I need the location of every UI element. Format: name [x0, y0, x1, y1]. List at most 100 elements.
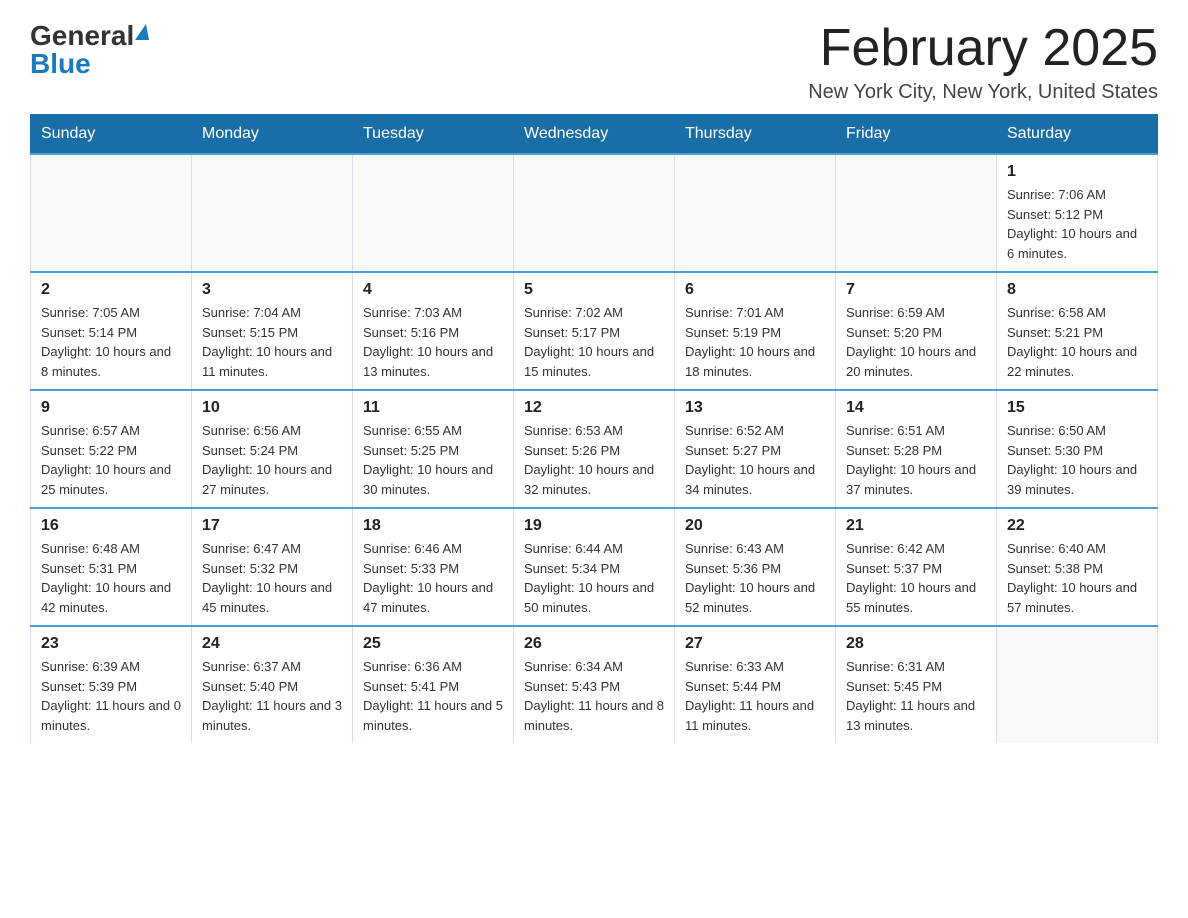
calendar-cell: 16Sunrise: 6:48 AMSunset: 5:31 PMDayligh…: [31, 508, 192, 626]
calendar-cell: 18 Sunrise: 6:46 AMSunset: 5:33 PMDayligh…: [353, 508, 514, 626]
weekday-header-saturday: Saturday: [997, 115, 1158, 155]
day-number: 28: [846, 635, 986, 653]
weekday-row: SundayMondayTuesdayWednesdayThursdayFrid…: [31, 115, 1158, 155]
day-number: 9: [41, 399, 181, 417]
calendar-cell: 3 Sunrise: 7:04 AMSunset: 5:15 PMDaylight…: [192, 272, 353, 390]
day-number: 20: [685, 517, 825, 535]
calendar-cell: 28 Sunrise: 6:31 AMSunset: 5:45 PMDayligh…: [836, 626, 997, 743]
day-number: 14: [846, 399, 986, 417]
calendar-cell: 21 Sunrise: 6:42 AMSunset: 5:37 PMDayligh…: [836, 508, 997, 626]
calendar-cell: 19Sunrise: 6:44 AMSunset: 5:34 PMDayligh…: [514, 508, 675, 626]
title-section: February 2025 New York City, New York, U…: [808, 20, 1158, 104]
day-sun-info: Sunrise: 6:39 AMSunset: 5:39 PMDaylight:…: [41, 657, 181, 735]
calendar-cell: 26 Sunrise: 6:34 AMSunset: 5:43 PMDayligh…: [514, 626, 675, 743]
day-number: 4: [363, 281, 503, 299]
day-number: 18: [363, 517, 503, 535]
calendar-week-5: 23 Sunrise: 6:39 AMSunset: 5:39 PMDayligh…: [31, 626, 1158, 743]
calendar-cell: 5 Sunrise: 7:02 AMSunset: 5:17 PMDaylight…: [514, 272, 675, 390]
day-sun-info: Sunrise: 6:34 AMSunset: 5:43 PMDaylight:…: [524, 657, 664, 735]
day-sun-info: Sunrise: 6:48 AMSunset: 5:31 PMDaylight:…: [41, 539, 181, 617]
day-number: 5: [524, 281, 664, 299]
day-number: 27: [685, 635, 825, 653]
calendar-week-2: 2 Sunrise: 7:05 AMSunset: 5:14 PMDaylight…: [31, 272, 1158, 390]
day-sun-info: Sunrise: 6:43 AMSunset: 5:36 PMDaylight:…: [685, 539, 825, 617]
day-sun-info: Sunrise: 7:02 AMSunset: 5:17 PMDaylight:…: [524, 303, 664, 381]
day-number: 26: [524, 635, 664, 653]
weekday-header-thursday: Thursday: [675, 115, 836, 155]
day-number: 22: [1007, 517, 1147, 535]
day-sun-info: Sunrise: 6:31 AMSunset: 5:45 PMDaylight:…: [846, 657, 986, 735]
day-sun-info: Sunrise: 7:06 AMSunset: 5:12 PMDaylight:…: [1007, 185, 1147, 263]
logo-blue-text: Blue: [30, 48, 91, 80]
day-number: 2: [41, 281, 181, 299]
calendar-cell: 1 Sunrise: 7:06 AMSunset: 5:12 PMDaylight…: [997, 154, 1158, 272]
calendar-cell: 24 Sunrise: 6:37 AMSunset: 5:40 PMDayligh…: [192, 626, 353, 743]
day-number: 3: [202, 281, 342, 299]
day-number: 21: [846, 517, 986, 535]
day-number: 19: [524, 517, 664, 535]
calendar-week-1: 1 Sunrise: 7:06 AMSunset: 5:12 PMDaylight…: [31, 154, 1158, 272]
day-number: 15: [1007, 399, 1147, 417]
calendar-body: 1 Sunrise: 7:06 AMSunset: 5:12 PMDaylight…: [31, 154, 1158, 743]
calendar-cell: 14 Sunrise: 6:51 AMSunset: 5:28 PMDayligh…: [836, 390, 997, 508]
calendar-cell: 20 Sunrise: 6:43 AMSunset: 5:36 PMDayligh…: [675, 508, 836, 626]
day-number: 8: [1007, 281, 1147, 299]
day-number: 25: [363, 635, 503, 653]
calendar-week-3: 9 Sunrise: 6:57 AMSunset: 5:22 PMDaylight…: [31, 390, 1158, 508]
calendar-cell: 4 Sunrise: 7:03 AMSunset: 5:16 PMDaylight…: [353, 272, 514, 390]
day-number: 23: [41, 635, 181, 653]
calendar-cell: 8 Sunrise: 6:58 AMSunset: 5:21 PMDaylight…: [997, 272, 1158, 390]
calendar-cell: 6 Sunrise: 7:01 AMSunset: 5:19 PMDaylight…: [675, 272, 836, 390]
day-sun-info: Sunrise: 6:46 AMSunset: 5:33 PMDaylight:…: [363, 539, 503, 617]
calendar-week-4: 16Sunrise: 6:48 AMSunset: 5:31 PMDayligh…: [31, 508, 1158, 626]
day-sun-info: Sunrise: 6:47 AMSunset: 5:32 PMDaylight:…: [202, 539, 342, 617]
day-sun-info: Sunrise: 6:51 AMSunset: 5:28 PMDaylight:…: [846, 421, 986, 499]
calendar-cell: 27 Sunrise: 6:33 AMSunset: 5:44 PMDayligh…: [675, 626, 836, 743]
day-number: 7: [846, 281, 986, 299]
calendar-cell: 11 Sunrise: 6:55 AMSunset: 5:25 PMDayligh…: [353, 390, 514, 508]
day-sun-info: Sunrise: 6:55 AMSunset: 5:25 PMDaylight:…: [363, 421, 503, 499]
calendar-cell: 15 Sunrise: 6:50 AMSunset: 5:30 PMDayligh…: [997, 390, 1158, 508]
day-sun-info: Sunrise: 6:37 AMSunset: 5:40 PMDaylight:…: [202, 657, 342, 735]
logo: General Blue: [30, 20, 149, 80]
day-sun-info: Sunrise: 6:59 AMSunset: 5:20 PMDaylight:…: [846, 303, 986, 381]
calendar-cell: 2 Sunrise: 7:05 AMSunset: 5:14 PMDaylight…: [31, 272, 192, 390]
location-subtitle: New York City, New York, United States: [808, 81, 1158, 104]
calendar-cell: 12Sunrise: 6:53 AMSunset: 5:26 PMDayligh…: [514, 390, 675, 508]
day-sun-info: Sunrise: 6:56 AMSunset: 5:24 PMDaylight:…: [202, 421, 342, 499]
day-sun-info: Sunrise: 7:03 AMSunset: 5:16 PMDaylight:…: [363, 303, 503, 381]
calendar-table: SundayMondayTuesdayWednesdayThursdayFrid…: [30, 114, 1158, 743]
calendar-cell: 25Sunrise: 6:36 AMSunset: 5:41 PMDayligh…: [353, 626, 514, 743]
day-sun-info: Sunrise: 6:40 AMSunset: 5:38 PMDaylight:…: [1007, 539, 1147, 617]
day-number: 10: [202, 399, 342, 417]
logo-triangle-icon: [134, 24, 149, 45]
day-sun-info: Sunrise: 7:01 AMSunset: 5:19 PMDaylight:…: [685, 303, 825, 381]
calendar-cell: 10 Sunrise: 6:56 AMSunset: 5:24 PMDayligh…: [192, 390, 353, 508]
calendar-cell: 17 Sunrise: 6:47 AMSunset: 5:32 PMDayligh…: [192, 508, 353, 626]
calendar-cell: 9 Sunrise: 6:57 AMSunset: 5:22 PMDaylight…: [31, 390, 192, 508]
day-number: 11: [363, 399, 503, 417]
weekday-header-tuesday: Tuesday: [353, 115, 514, 155]
page-header: General Blue February 2025 New York City…: [30, 20, 1158, 104]
day-sun-info: Sunrise: 7:05 AMSunset: 5:14 PMDaylight:…: [41, 303, 181, 381]
calendar-cell: [353, 154, 514, 272]
day-sun-info: Sunrise: 6:53 AMSunset: 5:26 PMDaylight:…: [524, 421, 664, 499]
calendar-cell: 7 Sunrise: 6:59 AMSunset: 5:20 PMDaylight…: [836, 272, 997, 390]
calendar-cell: [31, 154, 192, 272]
weekday-header-wednesday: Wednesday: [514, 115, 675, 155]
day-sun-info: Sunrise: 6:52 AMSunset: 5:27 PMDaylight:…: [685, 421, 825, 499]
day-sun-info: Sunrise: 6:57 AMSunset: 5:22 PMDaylight:…: [41, 421, 181, 499]
day-number: 6: [685, 281, 825, 299]
day-number: 17: [202, 517, 342, 535]
calendar-cell: [192, 154, 353, 272]
calendar-cell: 22 Sunrise: 6:40 AMSunset: 5:38 PMDayligh…: [997, 508, 1158, 626]
day-number: 1: [1007, 163, 1147, 181]
day-sun-info: Sunrise: 7:04 AMSunset: 5:15 PMDaylight:…: [202, 303, 342, 381]
day-sun-info: Sunrise: 6:58 AMSunset: 5:21 PMDaylight:…: [1007, 303, 1147, 381]
day-sun-info: Sunrise: 6:42 AMSunset: 5:37 PMDaylight:…: [846, 539, 986, 617]
day-sun-info: Sunrise: 6:50 AMSunset: 5:30 PMDaylight:…: [1007, 421, 1147, 499]
day-number: 24: [202, 635, 342, 653]
calendar-cell: 13 Sunrise: 6:52 AMSunset: 5:27 PMDayligh…: [675, 390, 836, 508]
day-number: 13: [685, 399, 825, 417]
day-sun-info: Sunrise: 6:33 AMSunset: 5:44 PMDaylight:…: [685, 657, 825, 735]
